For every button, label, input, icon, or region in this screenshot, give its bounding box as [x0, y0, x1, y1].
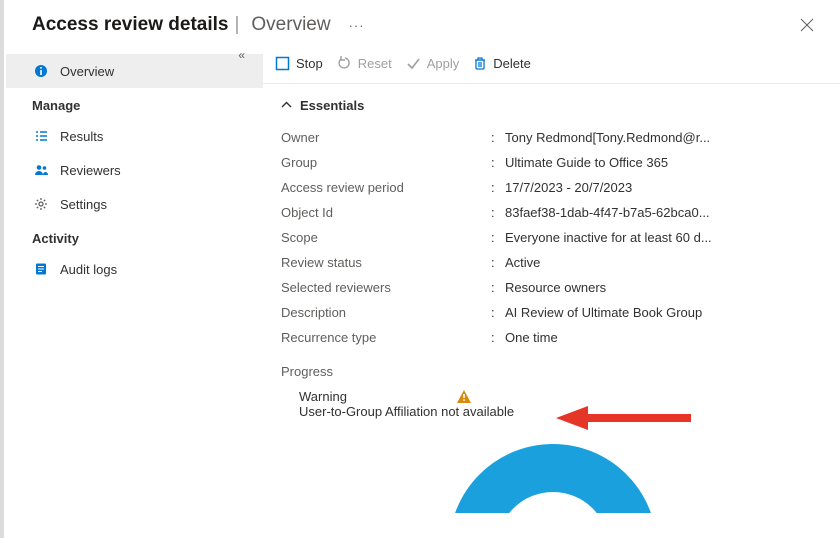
warning-text: User-to-Group Affiliation not available: [299, 404, 824, 419]
field-value: Ultimate Guide to Office 365: [505, 155, 668, 170]
reset-button[interactable]: Reset: [337, 56, 392, 71]
progress-warning: Warning User-to-Group Affiliation not av…: [299, 389, 824, 419]
progress-donut-chart: [448, 443, 658, 513]
toolbar-label: Apply: [427, 56, 460, 71]
field-label: Object Id: [281, 205, 491, 220]
toolbar-label: Delete: [493, 56, 531, 71]
reset-icon: [337, 56, 352, 71]
toolbar-label: Stop: [296, 56, 323, 71]
field-label: Description: [281, 305, 491, 320]
essentials-row-scope: Scope : Everyone inactive for at least 6…: [281, 225, 824, 250]
essentials-row-object-id: Object Id : 83faef38-1dab-4f47-b7a5-62bc…: [281, 200, 824, 225]
page-header: Access review details | Overview ···: [6, 0, 840, 44]
field-label: Access review period: [281, 180, 491, 195]
main-panel: Stop Reset Apply: [263, 44, 840, 538]
checklist-icon: [32, 129, 50, 143]
sidebar-heading-activity: Activity: [6, 221, 263, 252]
essentials-table: Owner : Tony Redmond[Tony.Redmond@r... G…: [281, 125, 824, 350]
essentials-row-owner: Owner : Tony Redmond[Tony.Redmond@r...: [281, 125, 824, 150]
warning-icon: [457, 390, 471, 403]
field-colon: :: [491, 230, 505, 245]
field-colon: :: [491, 255, 505, 270]
warning-label: Warning: [299, 389, 347, 404]
field-value: Tony Redmond[Tony.Redmond@r...: [505, 130, 710, 145]
sidebar-item-settings[interactable]: Settings: [6, 187, 263, 221]
field-colon: :: [491, 205, 505, 220]
essentials-row-reviewers: Selected reviewers : Resource owners: [281, 275, 824, 300]
sidebar-item-label: Reviewers: [60, 163, 121, 178]
field-label: Recurrence type: [281, 330, 491, 345]
close-icon: [800, 18, 814, 32]
field-value: One time: [505, 330, 558, 345]
close-button[interactable]: [794, 12, 820, 38]
toolbar-label: Reset: [358, 56, 392, 71]
field-colon: :: [491, 155, 505, 170]
sidebar-item-audit-logs[interactable]: Audit logs: [6, 252, 263, 286]
collapse-sidebar-button[interactable]: «: [238, 48, 245, 62]
title-separator: |: [234, 14, 239, 36]
stop-button[interactable]: Stop: [275, 56, 323, 71]
field-value: Resource owners: [505, 280, 606, 295]
field-colon: :: [491, 305, 505, 320]
sidebar-item-label: Results: [60, 129, 103, 144]
field-value: Everyone inactive for at least 60 d...: [505, 230, 712, 245]
field-colon: :: [491, 330, 505, 345]
apply-button[interactable]: Apply: [406, 56, 460, 71]
field-value: Active: [505, 255, 540, 270]
essentials-row-description: Description : AI Review of Ultimate Book…: [281, 300, 824, 325]
info-icon: [32, 64, 50, 78]
sidebar-item-label: Overview: [60, 64, 114, 79]
field-value: AI Review of Ultimate Book Group: [505, 305, 702, 320]
page-subtitle: Overview: [251, 14, 330, 36]
field-value: 83faef38-1dab-4f47-b7a5-62bca0...: [505, 205, 710, 220]
sidebar-item-label: Audit logs: [60, 262, 117, 277]
page-title: Access review details: [32, 14, 228, 36]
field-label: Scope: [281, 230, 491, 245]
field-label: Owner: [281, 130, 491, 145]
trash-icon: [473, 56, 487, 71]
check-icon: [406, 56, 421, 71]
field-value: 17/7/2023 - 20/7/2023: [505, 180, 632, 195]
sidebar: « Overview Manage Results Reviewers: [6, 44, 263, 538]
essentials-toggle[interactable]: Essentials: [281, 96, 824, 119]
sidebar-item-label: Settings: [60, 197, 107, 212]
delete-button[interactable]: Delete: [473, 56, 531, 71]
command-bar: Stop Reset Apply: [263, 44, 840, 84]
field-colon: :: [491, 130, 505, 145]
content-area: Essentials Owner : Tony Redmond[Tony.Red…: [263, 84, 840, 538]
essentials-heading: Essentials: [300, 98, 364, 113]
field-label: Group: [281, 155, 491, 170]
essentials-row-status: Review status : Active: [281, 250, 824, 275]
essentials-row-group: Group : Ultimate Guide to Office 365: [281, 150, 824, 175]
stop-icon: [275, 56, 290, 71]
left-gutter: [0, 0, 4, 538]
sidebar-item-overview[interactable]: Overview: [6, 54, 263, 88]
field-colon: :: [491, 180, 505, 195]
people-icon: [32, 163, 50, 177]
more-button[interactable]: ···: [349, 18, 365, 33]
sidebar-item-results[interactable]: Results: [6, 119, 263, 153]
sidebar-heading-manage: Manage: [6, 88, 263, 119]
field-label: Selected reviewers: [281, 280, 491, 295]
sidebar-item-reviewers[interactable]: Reviewers: [6, 153, 263, 187]
log-icon: [32, 262, 50, 276]
chevron-up-icon: [281, 100, 292, 111]
gear-icon: [32, 197, 50, 211]
progress-heading: Progress: [281, 364, 824, 379]
essentials-row-period: Access review period : 17/7/2023 - 20/7/…: [281, 175, 824, 200]
field-label: Review status: [281, 255, 491, 270]
field-colon: :: [491, 280, 505, 295]
essentials-row-recurrence: Recurrence type : One time: [281, 325, 824, 350]
